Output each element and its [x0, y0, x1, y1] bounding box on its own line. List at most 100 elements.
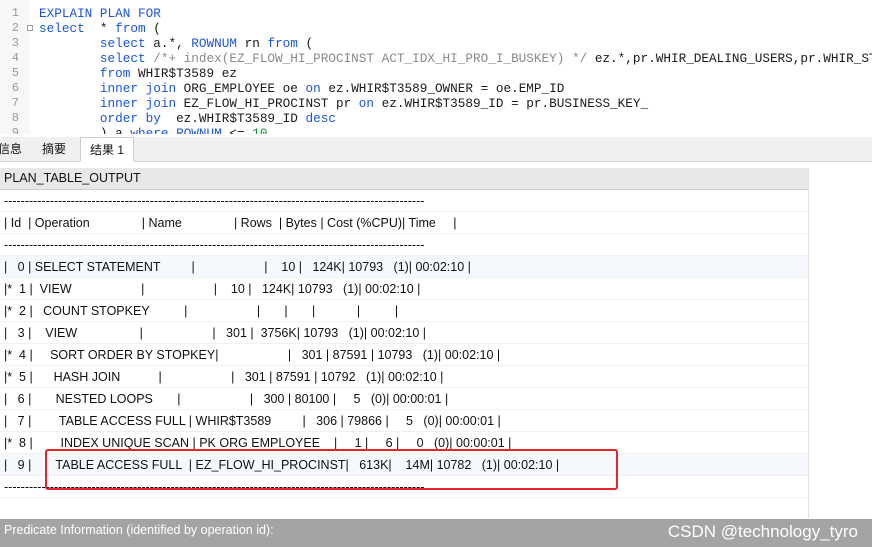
result-grid[interactable]: PLAN_TABLE_OUTPUT ----------------------…: [0, 168, 809, 520]
code-token: order by: [99, 111, 161, 126]
code-text: EXPLAIN PLAN FOR: [39, 6, 161, 21]
code-text: inner join ORG_EMPLOYEE oe on ez.WHIR$T3…: [39, 81, 564, 96]
column-header-label: PLAN_TABLE_OUTPUT: [4, 171, 141, 185]
table-cell: | Id | Operation | Name | Rows | Bytes |…: [4, 216, 457, 230]
code-token: select: [39, 21, 85, 36]
code-token: WHIR$T3589 ez: [130, 66, 237, 81]
code-token: 10: [252, 126, 268, 134]
code-token: rn: [236, 36, 268, 51]
code-token: on: [305, 81, 321, 96]
code-token: ROWNUM: [176, 126, 222, 134]
tab-summary[interactable]: 摘要: [34, 137, 74, 161]
code-token: (: [145, 21, 161, 36]
line-number: 7: [11, 96, 19, 110]
table-cell: | 7 | TABLE ACCESS FULL | WHIR$T3589 | 3…: [4, 414, 501, 428]
line-number: 8: [11, 111, 19, 125]
code-token: on: [358, 96, 375, 111]
result-tab-bar: 信息 摘要 结果 1: [0, 137, 872, 162]
code-token: <=: [221, 126, 253, 134]
fold-toggle-icon[interactable]: [27, 25, 33, 31]
code-text: select a.*, ROWNUM rn from (: [39, 36, 313, 51]
code-text: order by ez.WHIR$T3589_ID desc: [39, 111, 336, 126]
code-token: (: [297, 36, 314, 51]
predicate-info-label: Predicate Information (identified by ope…: [4, 523, 274, 537]
table-row[interactable]: | 7 | TABLE ACCESS FULL | WHIR$T3589 | 3…: [0, 410, 808, 432]
code-line[interactable]: 8 order by ez.WHIR$T3589_ID desc: [0, 111, 872, 126]
tab-result-1-label: 结果 1: [90, 143, 125, 157]
code-token: ez.WHIR$T3589_ID = pr.BUSINESS_KEY_: [374, 96, 649, 111]
table-row[interactable]: |* 1 | VIEW | | 10 | 124K| 10793 (1)| 00…: [0, 278, 808, 300]
line-number: 4: [11, 51, 19, 65]
table-row[interactable]: |* 4 | SORT ORDER BY STOPKEY| | 301 | 87…: [0, 344, 808, 366]
code-token: ez.WHIR$T3589_ID: [160, 111, 306, 126]
column-header-plan-table-output[interactable]: PLAN_TABLE_OUTPUT: [0, 168, 808, 190]
code-token: /*+ index(EZ_FLOW_HI_PROCINST ACT_IDX_HI…: [145, 51, 588, 66]
code-line[interactable]: 1 EXPLAIN PLAN FOR: [0, 6, 872, 21]
table-cell: |* 1 | VIEW | | 10 | 124K| 10793 (1)| 00…: [4, 282, 421, 296]
table-row[interactable]: | 6 | NESTED LOOPS | | 300 | 80100 | 5 (…: [0, 388, 808, 410]
code-token: from: [267, 36, 298, 51]
table-cell: | 0 | SELECT STATEMENT | | 10 | 124K| 10…: [4, 260, 471, 274]
table-row[interactable]: |* 2 | COUNT STOPKEY | | | | | |: [0, 300, 808, 322]
code-token: a.*,: [145, 36, 192, 51]
code-token: inner join: [99, 81, 177, 96]
line-number: 6: [11, 81, 19, 95]
line-number: 2: [11, 21, 19, 35]
tab-info-label: 信息: [0, 142, 23, 156]
table-row[interactable]: [0, 498, 808, 520]
tab-result-1[interactable]: 结果 1: [80, 137, 134, 162]
code-line[interactable]: 3 select a.*, ROWNUM rn from (: [0, 36, 872, 51]
table-row[interactable]: | Id | Operation | Name | Rows | Bytes |…: [0, 212, 808, 234]
code-line[interactable]: 9 ) a where ROWNUM <= 10: [0, 126, 872, 134]
table-cell: ----------------------------------------…: [4, 238, 425, 252]
table-row[interactable]: | 9 | TABLE ACCESS FULL | EZ_FLOW_HI_PRO…: [0, 454, 808, 476]
code-line[interactable]: 6 inner join ORG_EMPLOYEE oe on ez.WHIR$…: [0, 81, 872, 96]
table-row[interactable]: | 0 | SELECT STATEMENT | | 10 | 124K| 10…: [0, 256, 808, 278]
code-token: ORG_EMPLOYEE oe: [176, 81, 306, 96]
predicate-info-bar: Predicate Information (identified by ope…: [0, 519, 872, 547]
code-token: from: [99, 66, 131, 81]
code-text: ) a where ROWNUM <= 10: [39, 126, 268, 134]
code-token: select: [99, 51, 146, 66]
code-token: desc: [305, 111, 336, 126]
table-row[interactable]: |* 5 | HASH JOIN | | 301 | 87591 | 10792…: [0, 366, 808, 388]
table-row[interactable]: |* 8 | INDEX UNIQUE SCAN | PK ORG EMPLOY…: [0, 432, 808, 454]
table-row[interactable]: ----------------------------------------…: [0, 190, 808, 212]
line-number: 9: [11, 126, 19, 134]
table-cell: | 6 | NESTED LOOPS | | 300 | 80100 | 5 (…: [4, 392, 449, 406]
table-row[interactable]: ----------------------------------------…: [0, 476, 808, 498]
code-token: EZ_FLOW_HI_PROCINST pr: [176, 96, 359, 111]
code-text: inner join EZ_FLOW_HI_PROCINST pr on ez.…: [39, 96, 648, 111]
code-token: EXPLAIN PLAN FOR: [39, 6, 161, 21]
code-text: select /*+ index(EZ_FLOW_HI_PROCINST ACT…: [39, 51, 872, 66]
table-cell: |* 4 | SORT ORDER BY STOPKEY| | 301 | 87…: [4, 348, 501, 362]
code-line[interactable]: 2 select * from (: [0, 21, 872, 36]
table-cell: ----------------------------------------…: [4, 480, 425, 494]
table-cell: | 9 | TABLE ACCESS FULL | EZ_FLOW_HI_PRO…: [4, 458, 560, 472]
code-line[interactable]: 5 from WHIR$T3589 ez: [0, 66, 872, 81]
table-cell: ----------------------------------------…: [4, 194, 425, 208]
tab-summary-label: 摘要: [42, 142, 67, 156]
code-token: where: [130, 126, 169, 134]
code-token: ROWNUM: [191, 36, 237, 51]
code-token: select: [99, 36, 146, 51]
table-cell: |* 5 | HASH JOIN | | 301 | 87591 | 10792…: [4, 370, 444, 384]
code-token: from: [115, 21, 146, 36]
code-line[interactable]: 7 inner join EZ_FLOW_HI_PROCINST pr on e…: [0, 96, 872, 111]
table-cell: |* 8 | INDEX UNIQUE SCAN | PK ORG EMPLOY…: [4, 436, 512, 450]
code-line[interactable]: 4 select /*+ index(EZ_FLOW_HI_PROCINST A…: [0, 51, 872, 66]
sql-editor[interactable]: 1 EXPLAIN PLAN FOR 2 select * from (3 selec…: [0, 0, 872, 134]
table-cell: |* 2 | COUNT STOPKEY | | | | | |: [4, 304, 399, 318]
table-row[interactable]: ----------------------------------------…: [0, 234, 808, 256]
csdn-watermark: CSDN @technology_tyro: [667, 522, 858, 541]
table-row[interactable]: | 3 | VIEW | | 301 | 3756K| 10793 (1)| 0…: [0, 322, 808, 344]
code-token: ) a: [39, 126, 131, 134]
tab-info[interactable]: 信息: [0, 137, 26, 161]
